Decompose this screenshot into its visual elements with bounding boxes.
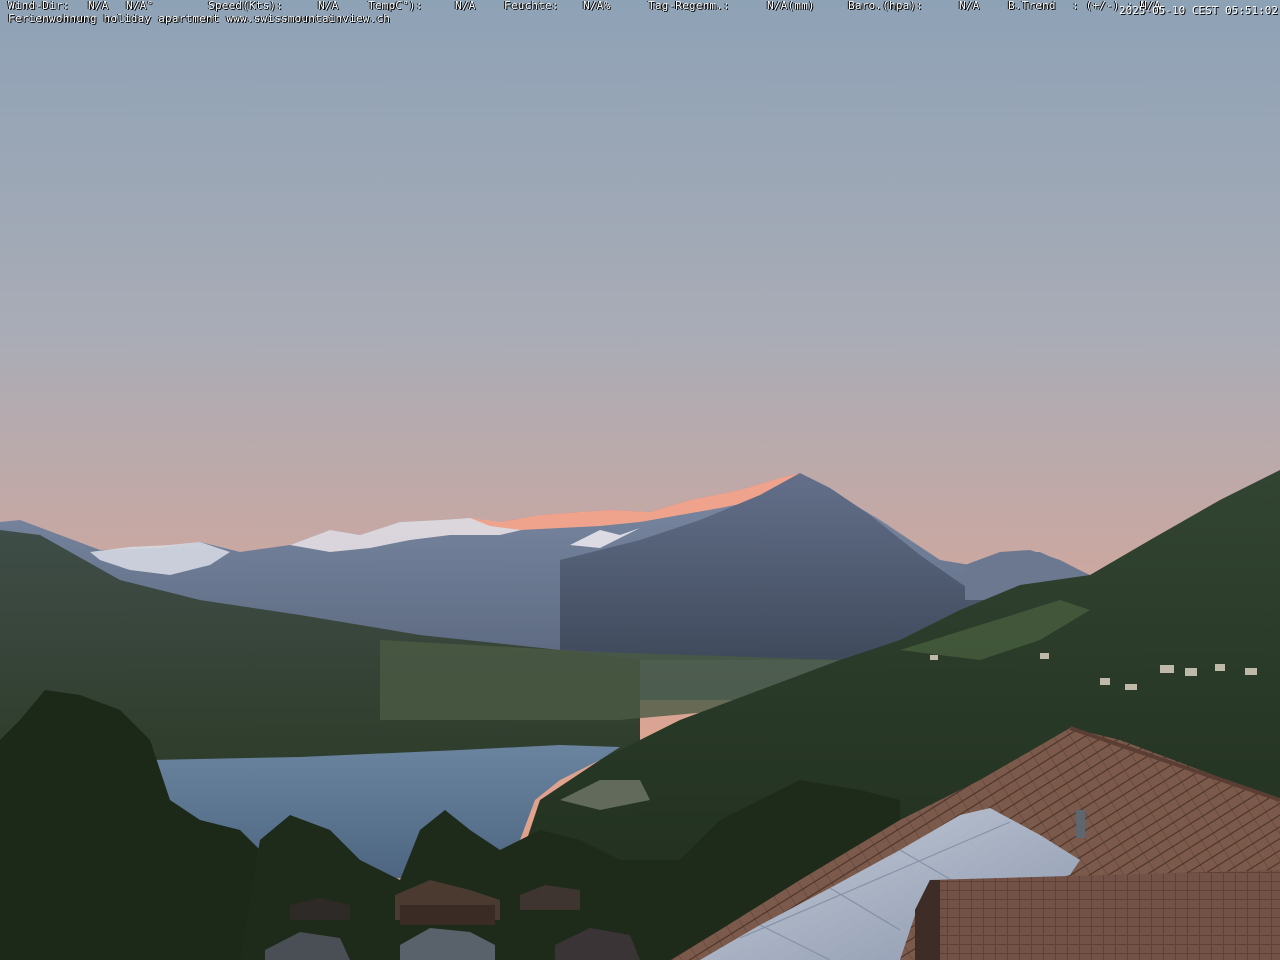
rain-label: Tag-Regenm.: bbox=[648, 0, 730, 12]
baro-value: N/A bbox=[959, 0, 980, 12]
speed-value: N/A bbox=[318, 0, 339, 12]
rain-value: N/A(mm) bbox=[767, 0, 815, 12]
webcam-image bbox=[0, 0, 1280, 960]
trend-label: B.Trend bbox=[1008, 0, 1056, 12]
speed-label: Speed(Kts): bbox=[208, 0, 284, 12]
weather-overlay: Wind-Dir: N/A N/A° Speed(Kts): N/A TempC… bbox=[0, 0, 1280, 12]
temp-value: N/A bbox=[455, 0, 476, 12]
caption-overlay: Ferienwohnung holiday apartment www.swis… bbox=[0, 13, 1280, 25]
wind-dir-deg: N/A° bbox=[126, 0, 154, 12]
baro-label: Baro.(hpa): bbox=[848, 0, 924, 12]
temp-label: TempC°): bbox=[368, 0, 423, 12]
timestamp: 2025-05-10 CEST 05:51:02 bbox=[1119, 4, 1278, 17]
vent-pipe bbox=[1076, 810, 1085, 838]
humidity-value: N/A% bbox=[583, 0, 611, 12]
wind-dir-value: N/A bbox=[88, 0, 109, 12]
humidity-label: Feuchte: bbox=[504, 0, 559, 12]
caption-text: Ferienwohnung holiday apartment www.swis… bbox=[8, 12, 391, 25]
lower-roof bbox=[915, 870, 1280, 960]
wind-dir-label: Wind-Dir: bbox=[8, 0, 70, 12]
